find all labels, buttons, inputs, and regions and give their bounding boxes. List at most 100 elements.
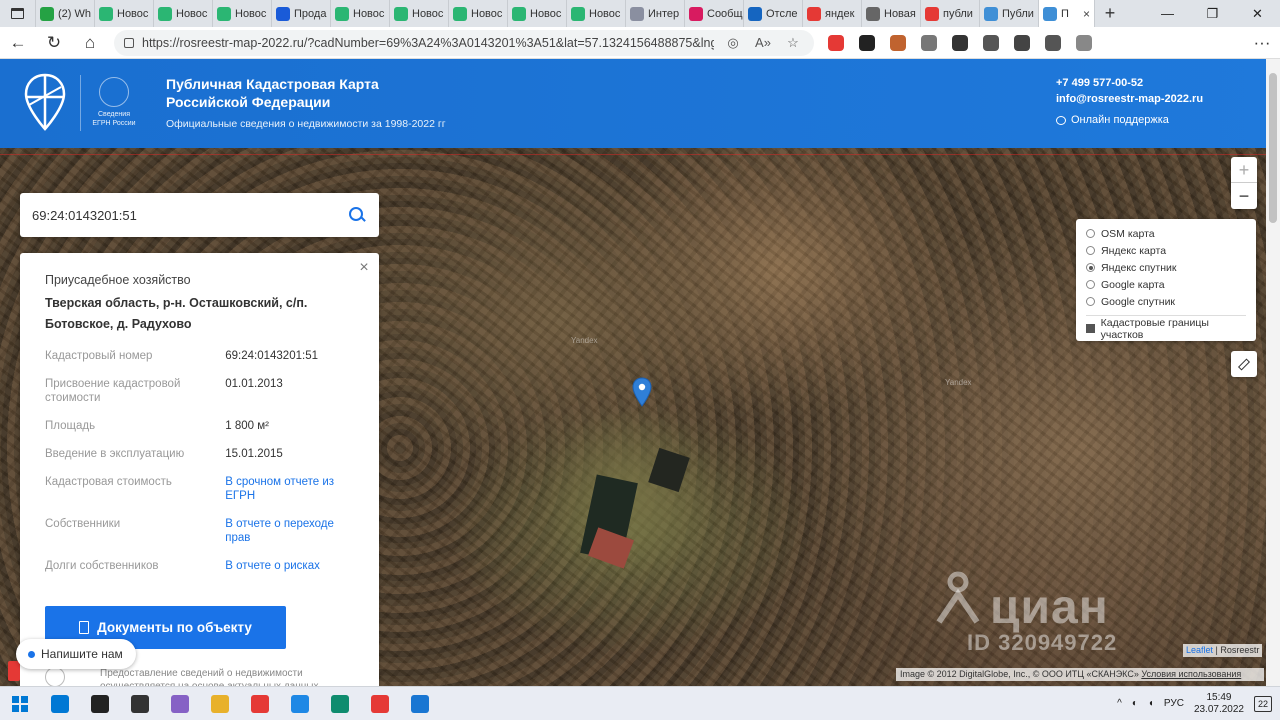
- tab-label: Новос: [235, 7, 267, 20]
- browser-tab[interactable]: Новос: [567, 0, 626, 27]
- taskbar-app-icon[interactable]: [200, 687, 240, 721]
- leaflet-link[interactable]: Leaflet: [1186, 645, 1213, 655]
- site-logo-icon[interactable]: [24, 73, 66, 131]
- browser-tab[interactable]: Новос: [331, 0, 390, 27]
- zoom-out-button[interactable]: −: [1231, 183, 1257, 209]
- base-layer-option[interactable]: Google карта: [1086, 276, 1246, 293]
- radio-icon[interactable]: [1086, 297, 1095, 306]
- taskbar-app-icon[interactable]: [400, 687, 440, 721]
- extension-icon[interactable]: [1076, 34, 1092, 51]
- home-button[interactable]: ⌂: [72, 33, 108, 53]
- online-support-link[interactable]: Онлайн поддержка: [1056, 114, 1169, 126]
- more-menu-button[interactable]: ···: [1244, 33, 1280, 53]
- email-link[interactable]: info@rosreestr-map-2022.ru: [1056, 91, 1203, 107]
- cadastral-boundary-line: [0, 154, 1280, 155]
- read-aloud-icon[interactable]: A»: [752, 35, 774, 50]
- tray-chevron-icon[interactable]: ^: [1117, 698, 1122, 709]
- address-bar[interactable]: https://rosreestr-map-2022.ru/?cadNumber…: [114, 29, 814, 56]
- back-button[interactable]: ←: [0, 33, 36, 53]
- tab-favicon-icon: [512, 6, 526, 21]
- favorite-star-icon[interactable]: ☆: [782, 35, 804, 51]
- scrollbar-thumb[interactable]: [1269, 73, 1277, 223]
- chat-button[interactable]: Напишите нам: [16, 639, 136, 669]
- online-support-label: Онлайн поддержка: [1071, 114, 1169, 126]
- taskbar-app-icon[interactable]: [160, 687, 200, 721]
- clock[interactable]: 15:49 23.07.2022: [1194, 692, 1244, 716]
- notifications-icon[interactable]: 22: [1254, 695, 1272, 712]
- base-layer-option[interactable]: Google спутник: [1086, 293, 1246, 310]
- online-dot-icon: [28, 650, 35, 658]
- search-icon[interactable]: [347, 205, 367, 225]
- zoom-in-button[interactable]: +: [1231, 157, 1257, 183]
- watermark-id: ID 320949722: [967, 630, 1118, 655]
- radio-icon[interactable]: [1086, 280, 1095, 289]
- property-value-link[interactable]: В отчете о рисках: [225, 559, 354, 573]
- browser-tab[interactable]: Интер: [626, 0, 685, 27]
- url-text[interactable]: https://rosreestr-map-2022.ru/?cadNumber…: [142, 36, 714, 50]
- extension-icon[interactable]: [1045, 34, 1061, 51]
- browser-tab[interactable]: Новая: [862, 0, 921, 27]
- taskbar-app-icon[interactable]: [240, 687, 280, 721]
- start-button[interactable]: [0, 687, 40, 721]
- browser-tab[interactable]: Отсле: [744, 0, 803, 27]
- browser-tab-bar: (2) Wh Новос Новос Новос Прода Новос Новос Ново…: [0, 0, 1280, 27]
- tab-active[interactable]: П ×: [1039, 0, 1095, 27]
- taskbar-app-icon[interactable]: [320, 687, 360, 721]
- browser-tab[interactable]: (2) Wh: [36, 0, 95, 27]
- close-window-button[interactable]: ✕: [1235, 0, 1280, 27]
- reload-button[interactable]: ↻: [36, 33, 72, 53]
- extension-icon[interactable]: [921, 34, 937, 51]
- checkbox-icon[interactable]: [1086, 324, 1095, 333]
- browser-tab[interactable]: Новос: [154, 0, 213, 27]
- extension-icon[interactable]: [828, 34, 844, 51]
- chat-widget-tab[interactable]: [8, 661, 20, 681]
- volume-icon[interactable]: ◖: [1148, 698, 1154, 709]
- radio-icon[interactable]: [1086, 263, 1095, 272]
- map-area[interactable]: Yandex Yandex циан ID 320949722 × Приуса…: [0, 148, 1280, 686]
- browser-tab[interactable]: Прода: [272, 0, 331, 27]
- taskbar-app-icon[interactable]: [80, 687, 120, 721]
- browser-tab[interactable]: яндек: [803, 0, 862, 27]
- minimize-button[interactable]: —: [1145, 0, 1190, 27]
- phone-link[interactable]: +7 499 577-00-52: [1056, 75, 1203, 91]
- property-value-link[interactable]: В отчете о переходе прав: [225, 517, 354, 545]
- location-icon[interactable]: ◎: [722, 35, 744, 51]
- taskbar-app-icon[interactable]: [120, 687, 160, 721]
- location-marker-icon[interactable]: [632, 377, 652, 407]
- browser-tab[interactable]: Новос: [508, 0, 567, 27]
- extension-icon[interactable]: [890, 34, 906, 51]
- base-layer-option[interactable]: Яндекс спутник: [1086, 259, 1246, 276]
- browser-tab[interactable]: публи: [921, 0, 980, 27]
- extension-icon[interactable]: [859, 34, 875, 51]
- network-icon[interactable]: ◐: [1132, 698, 1138, 709]
- extension-icon[interactable]: [1014, 34, 1030, 51]
- taskbar-app-icon[interactable]: [40, 687, 80, 721]
- close-icon[interactable]: ×: [357, 260, 371, 276]
- page-scrollbar[interactable]: [1266, 59, 1280, 686]
- new-tab-button[interactable]: +: [1095, 0, 1125, 27]
- base-layer-option[interactable]: OSM карта: [1086, 225, 1246, 242]
- browser-tab[interactable]: Новос: [449, 0, 508, 27]
- property-value-link[interactable]: В срочном отчете из ЕГРН: [225, 475, 354, 503]
- browser-tab[interactable]: Новос: [95, 0, 154, 27]
- taskbar-app-icon[interactable]: [360, 687, 400, 721]
- radio-icon[interactable]: [1086, 229, 1095, 238]
- browser-tab[interactable]: Сообщ: [685, 0, 744, 27]
- taskbar-app-icon[interactable]: [280, 687, 320, 721]
- browser-tab[interactable]: Публи: [980, 0, 1039, 27]
- tab-actions-icon[interactable]: [0, 0, 36, 27]
- cadastral-search-input[interactable]: [32, 207, 347, 223]
- language-indicator[interactable]: РУС: [1164, 698, 1184, 709]
- measure-button[interactable]: [1231, 351, 1257, 377]
- terms-of-use-link[interactable]: Условия использования: [1141, 669, 1241, 679]
- extension-icon[interactable]: [983, 34, 999, 51]
- extension-icon[interactable]: [952, 34, 968, 51]
- overlay-cadastral-toggle[interactable]: Кадастровые границы участков: [1086, 317, 1246, 341]
- site-title[interactable]: Публичная Кадастровая Карта Российской Ф…: [166, 75, 426, 111]
- radio-icon[interactable]: [1086, 246, 1095, 255]
- maximize-button[interactable]: ❐: [1190, 0, 1235, 27]
- browser-tab[interactable]: Новос: [213, 0, 272, 27]
- browser-tab[interactable]: Новос: [390, 0, 449, 27]
- base-layer-option[interactable]: Яндекс карта: [1086, 242, 1246, 259]
- tab-close-icon[interactable]: ×: [1083, 7, 1090, 21]
